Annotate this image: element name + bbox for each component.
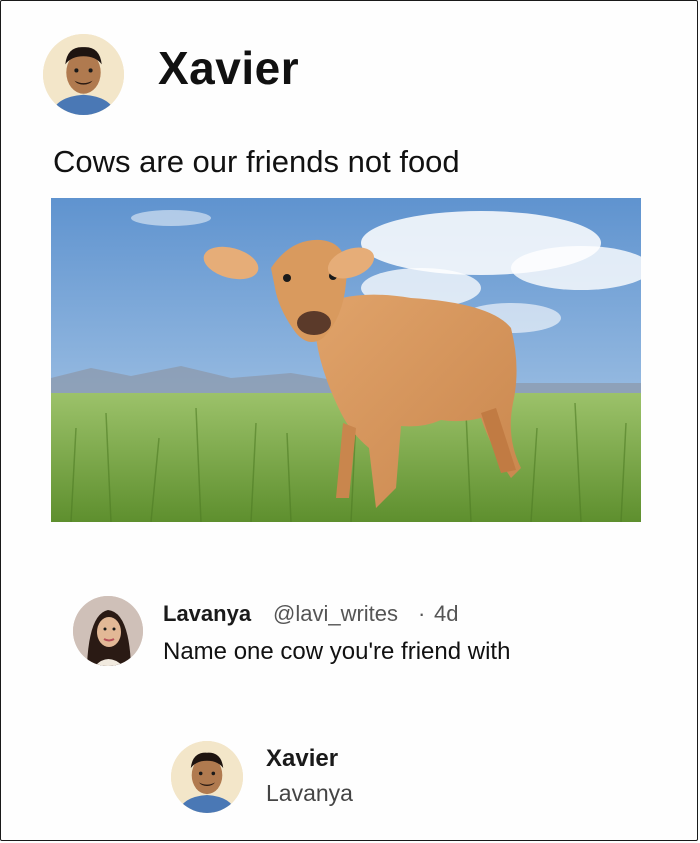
man-portrait-icon bbox=[171, 741, 243, 813]
post-card: Xavier Cows are our friends not food Lav… bbox=[0, 0, 698, 841]
calf-photo-illustration bbox=[51, 198, 641, 522]
man-portrait-icon bbox=[43, 34, 124, 115]
reply-author-name[interactable]: Lavanya bbox=[163, 601, 251, 627]
reply-author-handle[interactable]: @lavi_writes bbox=[273, 601, 398, 627]
reply-text: Name one cow you're friend with bbox=[163, 638, 511, 665]
woman-portrait-icon bbox=[73, 596, 143, 666]
post-text: Cows are our friends not food bbox=[53, 144, 460, 179]
reply-timestamp: 4d bbox=[434, 601, 459, 626]
lavanya-avatar[interactable] bbox=[73, 596, 143, 666]
post-author-name[interactable]: Xavier bbox=[158, 41, 299, 95]
response-author-name[interactable]: Xavier bbox=[266, 745, 338, 773]
reply-separator: · bbox=[418, 601, 426, 626]
response-text: Lavanya bbox=[266, 780, 353, 806]
post-image-calf[interactable] bbox=[51, 198, 641, 522]
xavier-avatar[interactable] bbox=[43, 34, 124, 115]
xavier-response-avatar[interactable] bbox=[171, 741, 243, 813]
